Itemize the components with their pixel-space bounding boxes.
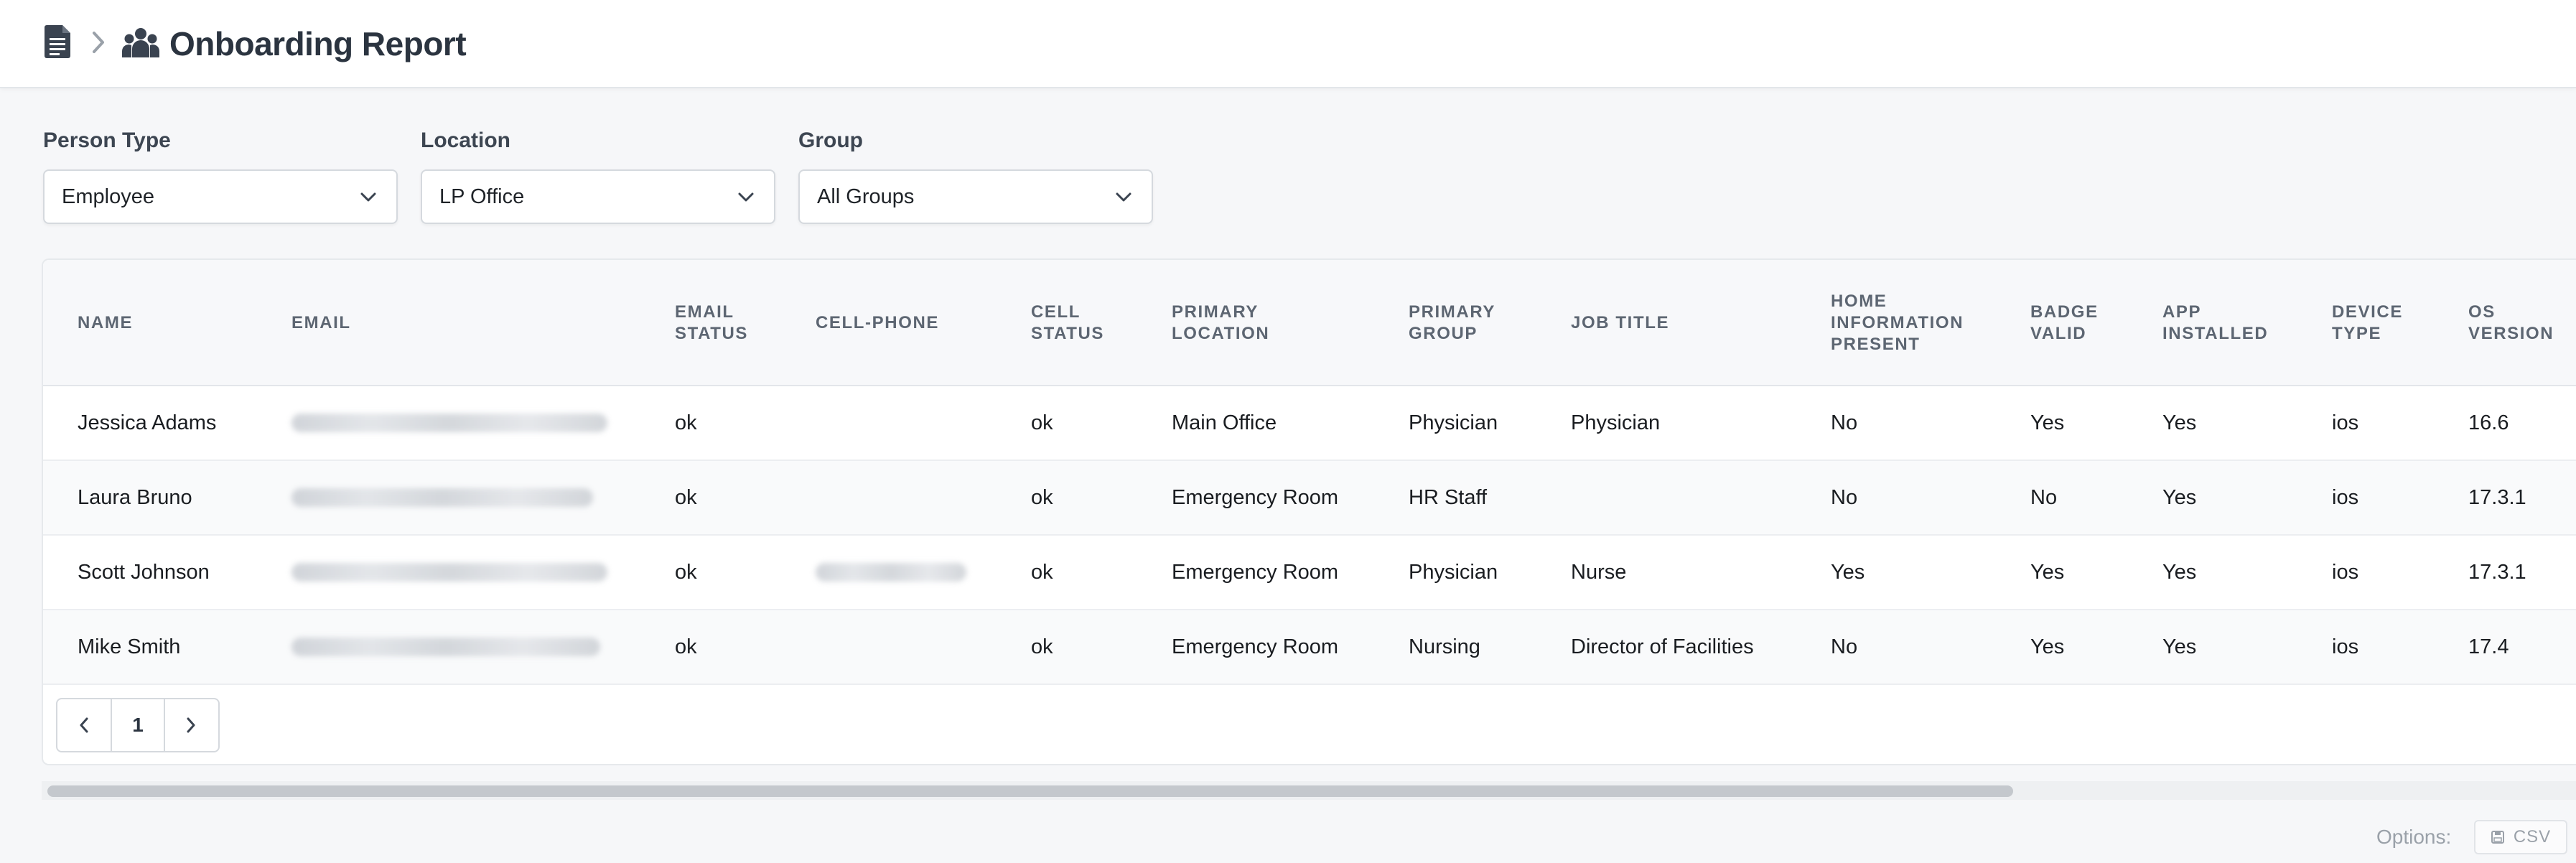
filter-group: Group All Groups [798,126,1153,224]
cell-primary-group: Physician [1409,561,1498,584]
location-select[interactable]: LP Office [421,169,775,224]
column-header-cell-phone[interactable]: CELL-PHONE [816,260,939,386]
csv-export-button[interactable]: CSV [2474,820,2567,854]
chevron-right-icon [93,32,104,53]
column-header-job-title[interactable]: JOB TITLE [1571,260,1669,386]
column-header-os-version[interactable]: OS VERSION [2468,260,2554,386]
table-row[interactable]: Laura Bruno ok ok Emergency Room HR Staf… [43,461,2576,536]
pagination: 1 [56,698,220,752]
save-icon [2491,831,2504,844]
cell-badge-valid: Yes [2030,635,2065,658]
cell-home-info: No [1831,411,1858,434]
horizontal-scrollbar-thumb[interactable] [47,785,2013,797]
cell-device-type: ios [2332,486,2359,509]
cell-device-type: ios [2332,411,2359,434]
cell-badge-valid: No [2030,486,2058,509]
people-icon [122,28,159,57]
cell-home-info: Yes [1831,561,1865,584]
select-value: Employee [62,185,154,208]
chevron-down-icon [738,192,754,202]
cell-primary-group: Nursing [1409,635,1480,658]
cell-primary-group: HR Staff [1409,486,1488,509]
filter-label: Group [798,129,863,152]
filter-person-type: Person Type Employee [43,126,398,224]
redacted-email [291,638,600,656]
cell-app-installed: Yes [2162,411,2197,434]
cell-email-status: ok [675,486,697,509]
table-header: NAME EMAIL EMAIL STATUS CELL-PHONE CELL … [43,260,2576,386]
cell-app-installed: Yes [2162,635,2197,658]
column-header-badge-valid[interactable]: BADGE VALID [2030,260,2099,386]
column-header-cell-status[interactable]: CELL STATUS [1031,260,1104,386]
cell-email-status: ok [675,561,697,584]
column-header-email-status[interactable]: EMAIL STATUS [675,260,748,386]
column-header-app-installed[interactable]: APP INSTALLED [2162,260,2268,386]
redacted-cell-phone [816,563,966,582]
cell-email-status: ok [675,411,697,434]
column-header-home-info[interactable]: HOME INFORMATION PRESENT [1831,260,1964,386]
cell-device-type: ios [2332,635,2359,658]
cell-cell-status: ok [1031,561,1053,584]
column-header-name[interactable]: NAME [78,260,133,386]
chevron-down-icon [360,192,376,202]
chevron-left-icon [80,717,88,733]
redacted-email [291,488,593,507]
cell-job-title: Physician [1571,411,1661,434]
cell-home-info: No [1831,635,1858,658]
table-row[interactable]: Scott Johnson ok ok Emergency Room Physi… [43,536,2576,610]
redacted-email [291,414,607,432]
select-value: LP Office [439,185,525,208]
cell-email-status: ok [675,635,697,658]
column-header-primary-location[interactable]: PRIMARY LOCATION [1172,260,1269,386]
table-row[interactable]: Jessica Adams ok ok Main Office Physicia… [43,386,2576,461]
filter-location: Location LP Office [421,126,775,224]
cell-primary-location: Emergency Room [1172,561,1339,584]
cell-job-title: Director of Facilities [1571,635,1754,658]
cell-job-title: Nurse [1571,561,1627,584]
page-title: Onboarding Report [169,25,467,62]
column-header-email[interactable]: EMAIL [291,260,351,386]
filter-label: Person Type [43,129,171,152]
chevron-down-icon [1116,192,1131,202]
report-table: NAME EMAIL EMAIL STATUS CELL-PHONE CELL … [42,258,2576,765]
group-select[interactable]: All Groups [798,169,1153,224]
csv-label: CSV [2513,827,2552,846]
redacted-email [291,563,607,582]
cell-primary-group: Physician [1409,411,1498,434]
cell-name: Scott Johnson [78,561,210,584]
person-type-select[interactable]: Employee [43,169,398,224]
options-label: Options: [2376,826,2452,848]
cell-badge-valid: Yes [2030,561,2065,584]
previous-page-button[interactable] [57,699,111,751]
cell-device-type: ios [2332,561,2359,584]
cell-os-version: 17.4 [2468,635,2509,658]
cell-badge-valid: Yes [2030,411,2065,434]
chevron-right-icon [187,717,195,733]
cell-name: Jessica Adams [78,411,217,434]
cell-name: Laura Bruno [78,486,192,509]
cell-os-version: 17.3.1 [2468,561,2526,584]
table-row[interactable]: Mike Smith ok ok Emergency Room Nursing … [43,610,2576,685]
cell-os-version: 17.3.1 [2468,486,2526,509]
column-header-primary-group[interactable]: PRIMARY GROUP [1409,260,1495,386]
cell-name: Mike Smith [78,635,181,658]
cell-os-version: 16.6 [2468,411,2509,434]
cell-primary-location: Main Office [1172,411,1277,434]
cell-primary-location: Emergency Room [1172,635,1339,658]
cell-cell-status: ok [1031,486,1053,509]
cell-primary-location: Emergency Room [1172,486,1339,509]
column-header-device-type[interactable]: DEVICE TYPE [2332,260,2403,386]
next-page-button[interactable] [164,699,217,751]
document-icon[interactable] [43,24,72,59]
cell-app-installed: Yes [2162,561,2197,584]
page-number-button[interactable]: 1 [111,699,164,751]
cell-cell-status: ok [1031,411,1053,434]
filter-label: Location [421,129,510,152]
cell-app-installed: Yes [2162,486,2197,509]
cell-cell-status: ok [1031,635,1053,658]
page-header: Onboarding Report [0,0,2576,88]
cell-home-info: No [1831,486,1858,509]
select-value: All Groups [817,185,915,208]
